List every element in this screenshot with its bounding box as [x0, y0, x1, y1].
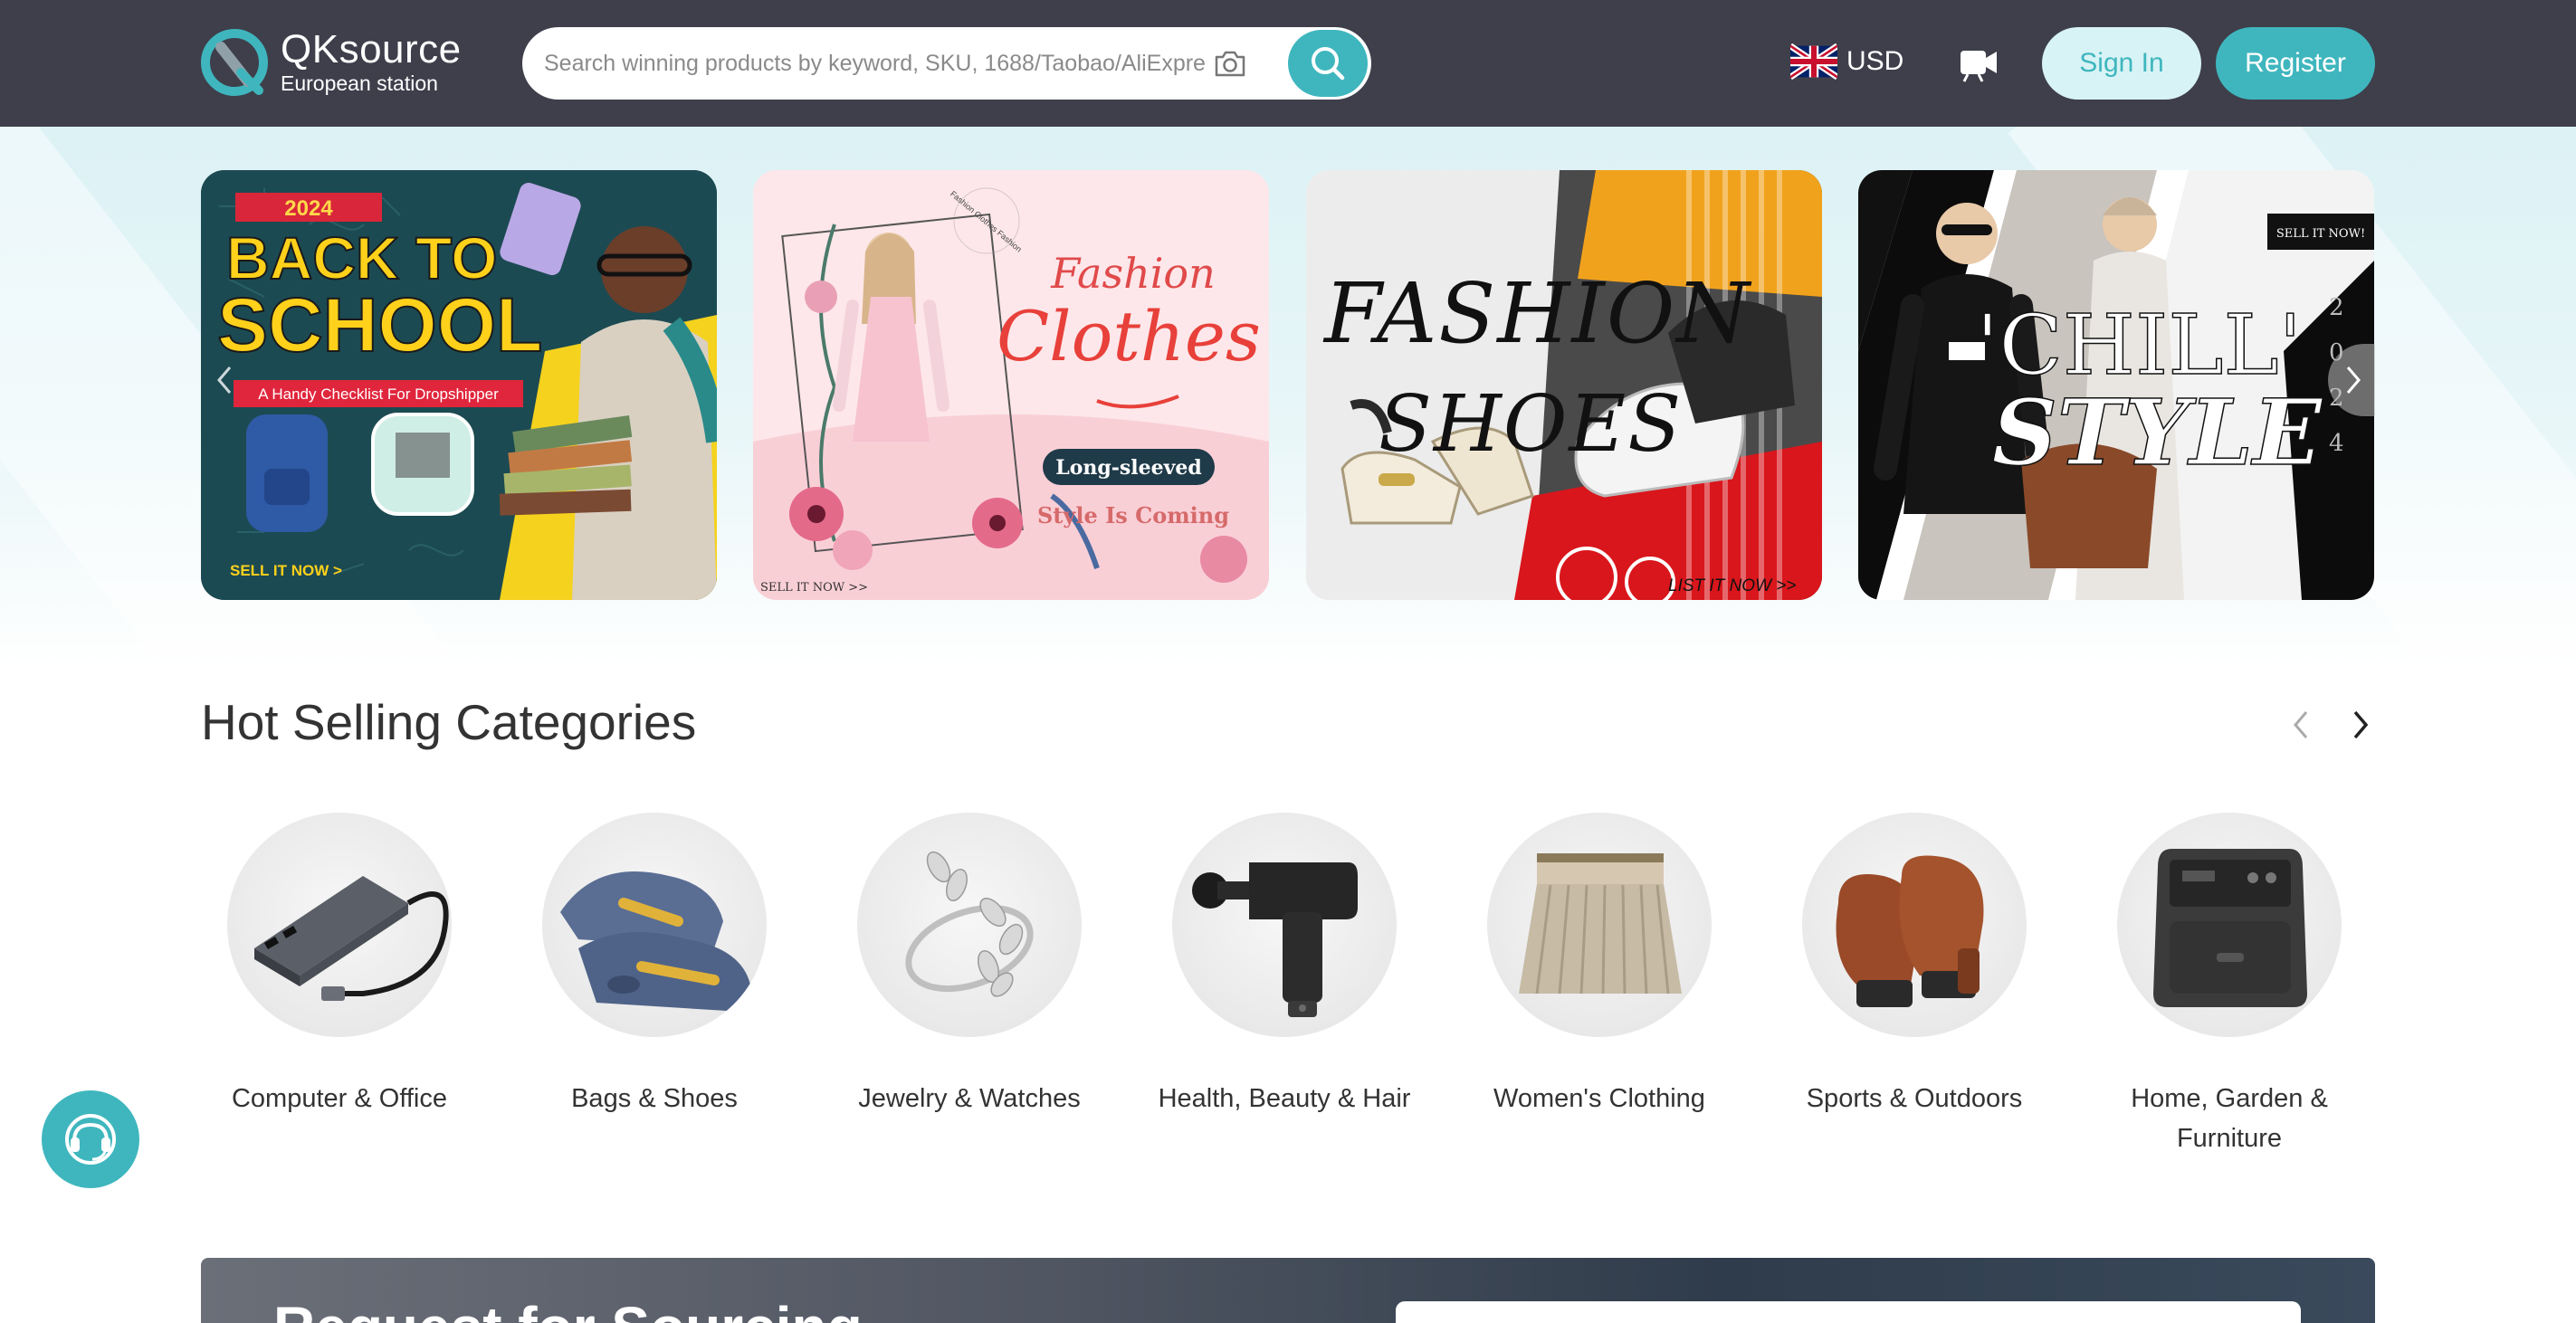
banner1-title: BACK TO	[226, 224, 497, 291]
categories-prev-button[interactable]	[2283, 702, 2319, 747]
request-sourcing-heading: Request for Sourcing	[273, 1294, 863, 1323]
banner1-tagline: A Handy Checklist For Dropshipper	[258, 385, 499, 403]
category-label: Home, Garden & Furniture	[2131, 1084, 2328, 1153]
customer-support-icon	[65, 1114, 116, 1165]
banner4-badge[interactable]: SELL IT NOW!	[2276, 227, 2365, 241]
category-image	[1487, 813, 1712, 1037]
banner-fashion-shoes[interactable]: FASHION SHOES LIST IT NOW >>	[1306, 170, 1822, 600]
category-sports-outdoors[interactable]: Sports & Outdoors	[1765, 813, 2064, 1118]
request-sourcing-form[interactable]	[1396, 1301, 2301, 1323]
category-label: Sports & Outdoors	[1806, 1084, 2023, 1113]
section-title-hot-categories: Hot Selling Categories	[201, 694, 697, 750]
logo-name: QKsource	[281, 27, 462, 71]
category-label: Computer & Office	[231, 1084, 447, 1113]
banner3-cta[interactable]: LIST IT NOW >>	[1668, 576, 1796, 595]
banner-fashion-clothes[interactable]: Fashion Clothes Long-sleeved Style Is Co…	[753, 170, 1269, 600]
currency-selector[interactable]: USD	[1790, 43, 1903, 80]
category-womens-clothing[interactable]: Women's Clothing	[1450, 813, 1749, 1118]
category-label: Bags & Shoes	[571, 1084, 738, 1113]
banner2-ribbon: Long-sleeved	[1055, 456, 1202, 480]
video-camera-icon[interactable]	[1957, 42, 2000, 85]
category-label: Jewelry & Watches	[858, 1084, 1081, 1113]
banner1-title2: SCHOOL	[217, 282, 542, 367]
banner3-title2: SHOES	[1379, 379, 1683, 470]
logo[interactable]: QKsource European station	[201, 29, 462, 96]
category-jewelry-watches[interactable]: Jewelry & Watches	[820, 813, 1119, 1118]
uk-flag-icon	[1790, 43, 1837, 80]
category-image	[2117, 813, 2342, 1037]
banner4-title2: STYLE	[1992, 379, 2323, 486]
banner3-title: FASHION	[1322, 265, 1752, 362]
chevron-left-icon	[2294, 711, 2308, 738]
chevron-right-icon	[2346, 366, 2361, 394]
search-button[interactable]	[1288, 30, 1368, 97]
category-home-garden-furniture[interactable]: Home, Garden & Furniture	[2080, 813, 2379, 1158]
category-computer-office[interactable]: Computer & Office	[190, 813, 489, 1118]
search-icon	[1312, 47, 1345, 81]
banner1-cta[interactable]: SELL IT NOW >	[230, 562, 342, 579]
search-bar	[522, 27, 1371, 100]
chevron-left-icon	[217, 366, 232, 394]
top-header: QKsource European station USD	[0, 0, 2576, 127]
currency-label: USD	[1846, 46, 1904, 76]
banner2-tagline: Style Is Coming	[1037, 502, 1229, 528]
banner4-year-1: 2	[2329, 294, 2344, 321]
category-image	[857, 813, 1082, 1037]
customer-support-button[interactable]	[42, 1090, 139, 1188]
request-sourcing-banner: Request for Sourcing	[201, 1258, 2375, 1323]
banner2-title: Fashion	[1050, 249, 1215, 298]
camera-icon[interactable]	[1212, 45, 1248, 81]
chevron-right-icon	[2353, 710, 2369, 739]
banner4-year-4: 4	[2329, 430, 2344, 457]
banner-chill-style[interactable]: SELL IT NOW! 'CHILL' STYLE 2 0 2 4	[1858, 170, 2374, 600]
sign-in-button[interactable]: Sign In	[2042, 27, 2201, 100]
banner1-year: 2024	[284, 196, 333, 221]
banner-back-to-school[interactable]: 2024 BACK TO SCHOOL A Handy Checklist Fo…	[201, 170, 717, 600]
banner2-title2: Clothes	[997, 296, 1261, 376]
banner-prev-arrow[interactable]	[201, 344, 248, 416]
category-label: Health, Beauty & Hair	[1158, 1084, 1411, 1113]
banner2-cta[interactable]: SELL IT NOW >>	[760, 581, 868, 595]
category-image	[542, 813, 767, 1037]
register-button[interactable]: Register	[2216, 27, 2375, 100]
category-health-beauty-hair[interactable]: Health, Beauty & Hair	[1135, 813, 1434, 1118]
category-label: Women's Clothing	[1493, 1084, 1705, 1113]
logo-subtitle: European station	[281, 71, 438, 95]
category-image	[227, 813, 452, 1037]
search-input[interactable]	[544, 27, 1205, 100]
categories-next-button[interactable]	[2342, 702, 2379, 747]
category-image	[1172, 813, 1397, 1037]
logo-mark-icon	[201, 29, 268, 96]
category-bags-shoes[interactable]: Bags & Shoes	[505, 813, 804, 1118]
category-image	[1802, 813, 2027, 1037]
